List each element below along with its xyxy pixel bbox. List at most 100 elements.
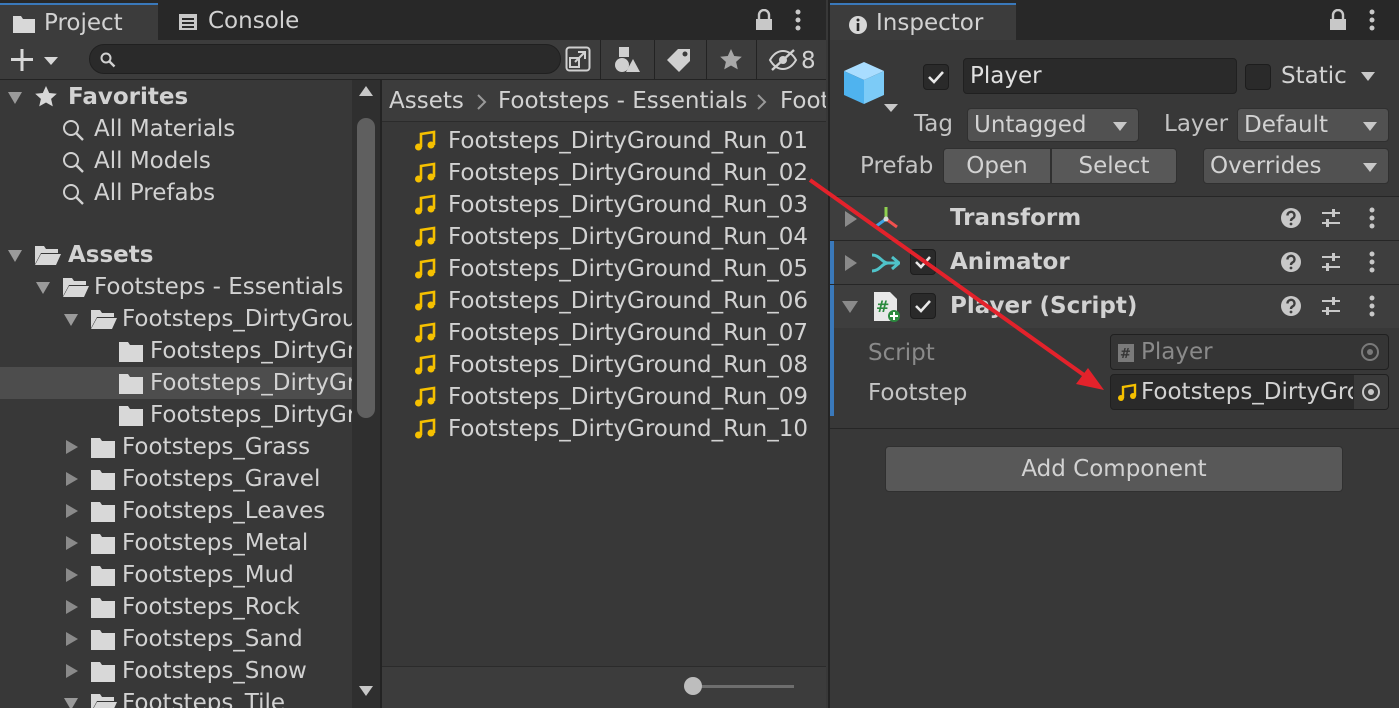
search-input[interactable] [89, 44, 561, 74]
component-player-script[interactable]: # Player (Script) [830, 284, 1399, 328]
tree-item-folder[interactable]: Footsteps_Sand [0, 623, 352, 655]
footstep-audio-clip-field[interactable]: Footsteps_DirtyGrc [1110, 374, 1389, 410]
expand-triangle-icon[interactable] [840, 299, 860, 315]
footstep-field-label: Footstep [868, 380, 968, 406]
expand-triangle-icon[interactable] [62, 687, 82, 708]
collapsed-triangle-icon[interactable] [62, 527, 82, 559]
tree-item-folder[interactable]: Footsteps_Snow [0, 655, 352, 687]
static-dropdown-arrow-icon[interactable] [1360, 70, 1376, 82]
active-checkbox[interactable] [923, 64, 949, 90]
tree-item-folder[interactable]: Footsteps_Metal [0, 527, 352, 559]
lock-icon[interactable] [754, 9, 774, 31]
help-icon[interactable] [1280, 207, 1302, 229]
tree-item-folder[interactable]: Footsteps - Essentials [0, 271, 352, 303]
static-checkbox[interactable] [1245, 64, 1271, 90]
tree-item-favorites[interactable]: Favorites [0, 81, 352, 113]
collapsed-triangle-icon[interactable] [62, 431, 82, 463]
scroll-down-arrow-icon[interactable] [357, 684, 375, 698]
script-field-label: Script [868, 340, 935, 366]
tree-item-folder[interactable]: Footsteps_Rock [0, 591, 352, 623]
tab-project-label: Project [44, 10, 123, 36]
tree-item-assets[interactable]: Assets [0, 239, 352, 271]
kebab-menu-icon[interactable] [1368, 295, 1376, 317]
collapsed-triangle-icon[interactable] [62, 495, 82, 527]
tab-project[interactable]: Project [0, 3, 158, 40]
prefab-select-button[interactable]: Select [1051, 148, 1177, 184]
help-icon[interactable] [1280, 251, 1302, 273]
collapsed-triangle-icon[interactable] [62, 559, 82, 591]
collapsed-triangle-icon[interactable] [842, 253, 858, 273]
tab-inspector[interactable]: Inspector [830, 3, 1016, 40]
tree-item-folder[interactable]: Footsteps_Gravel [0, 463, 352, 495]
animator-enabled-checkbox[interactable] [910, 249, 936, 275]
tree-label: Footsteps_Tile [122, 690, 286, 708]
collapsed-triangle-icon[interactable] [62, 591, 82, 623]
tree-label: All Models [94, 148, 211, 174]
static-label: Static [1281, 63, 1347, 89]
add-plus-dropdown-icon[interactable] [10, 48, 62, 72]
breadcrumb-item[interactable]: Foot [780, 80, 826, 122]
component-transform[interactable]: Transform [830, 196, 1399, 240]
file-name: Footsteps_DirtyGround_Run_06 [448, 288, 808, 314]
tag-dropdown[interactable]: Untagged [967, 108, 1139, 142]
collapsed-triangle-icon[interactable] [842, 209, 858, 229]
tree-item-folder[interactable]: Footsteps_Leaves [0, 495, 352, 527]
preset-sliders-icon[interactable] [1320, 251, 1342, 273]
zoom-slider-handle[interactable] [684, 677, 702, 695]
layer-dropdown[interactable]: Default [1237, 108, 1389, 142]
expand-triangle-icon[interactable] [6, 239, 26, 271]
tree-item-folder[interactable]: Footsteps_DirtyGr [0, 399, 352, 431]
tree-item-folder[interactable]: Footsteps_DirtyGrou [0, 303, 352, 335]
kebab-menu-icon[interactable] [794, 9, 802, 31]
breadcrumb-item[interactable]: Assets [389, 80, 464, 122]
tree-item-all-prefabs[interactable]: All Prefabs [0, 177, 352, 209]
folder-icon [90, 533, 116, 555]
tab-console[interactable]: Console [166, 3, 326, 40]
prefab-overrides-dropdown[interactable]: Overrides [1203, 148, 1389, 184]
name-field[interactable]: Player [963, 58, 1237, 94]
component-animator[interactable]: Animator [830, 240, 1399, 284]
expand-triangle-icon[interactable] [6, 81, 26, 113]
help-icon[interactable] [1280, 295, 1302, 317]
zoom-slider-track[interactable] [688, 685, 794, 688]
preset-sliders-icon[interactable] [1320, 207, 1342, 229]
tree-item-all-materials[interactable]: All Materials [0, 113, 352, 145]
scroll-up-arrow-icon[interactable] [357, 84, 375, 98]
tree-item-folder[interactable]: Footsteps_Tile [0, 687, 352, 708]
scrollbar-thumb[interactable] [357, 118, 375, 418]
prefab-open-button[interactable]: Open [943, 148, 1051, 184]
gameobject-cube-icon[interactable] [842, 60, 898, 114]
object-picker-button[interactable] [1354, 375, 1388, 409]
breadcrumb-item[interactable]: Footsteps - Essentials [498, 80, 747, 122]
filter-by-label-icon[interactable] [666, 48, 692, 72]
tree-label: Footsteps_Mud [122, 562, 294, 588]
collapsed-triangle-icon[interactable] [62, 655, 82, 687]
add-component-button[interactable]: Add Component [885, 446, 1343, 492]
favorite-star-icon[interactable] [719, 48, 743, 72]
preset-sliders-icon[interactable] [1320, 295, 1342, 317]
expand-triangle-icon[interactable] [34, 271, 54, 303]
kebab-menu-icon[interactable] [1368, 9, 1376, 31]
component-title: Transform [950, 205, 1082, 231]
script-enabled-checkbox[interactable] [910, 293, 936, 319]
hidden-packages-eye-icon[interactable] [768, 48, 798, 72]
tree-item-folder[interactable]: Footsteps_Grass [0, 431, 352, 463]
folder-icon [90, 629, 116, 651]
lock-icon[interactable] [1328, 9, 1348, 31]
kebab-menu-icon[interactable] [1368, 251, 1376, 273]
collapsed-triangle-icon[interactable] [62, 463, 82, 495]
tree-label: Footsteps_Gravel [122, 466, 321, 492]
tree-item-all-models[interactable]: All Models [0, 145, 352, 177]
search-scope-icon[interactable] [565, 46, 591, 72]
tree-item-folder[interactable]: Footsteps_DirtyGr [0, 335, 352, 367]
kebab-menu-icon[interactable] [1368, 207, 1376, 229]
file-name: Footsteps_DirtyGround_Run_03 [448, 192, 808, 218]
filter-by-type-icon[interactable] [613, 47, 641, 73]
tree-item-folder[interactable]: Footsteps_Mud [0, 559, 352, 591]
open-folder-icon [34, 244, 62, 266]
tree-item-folder-selected[interactable]: Footsteps_DirtyGr [0, 367, 352, 399]
footstep-field-value: Footsteps_DirtyGrc [1141, 379, 1353, 405]
collapsed-triangle-icon[interactable] [62, 623, 82, 655]
expand-triangle-icon[interactable] [62, 303, 82, 335]
tree-label: Assets [68, 242, 154, 268]
